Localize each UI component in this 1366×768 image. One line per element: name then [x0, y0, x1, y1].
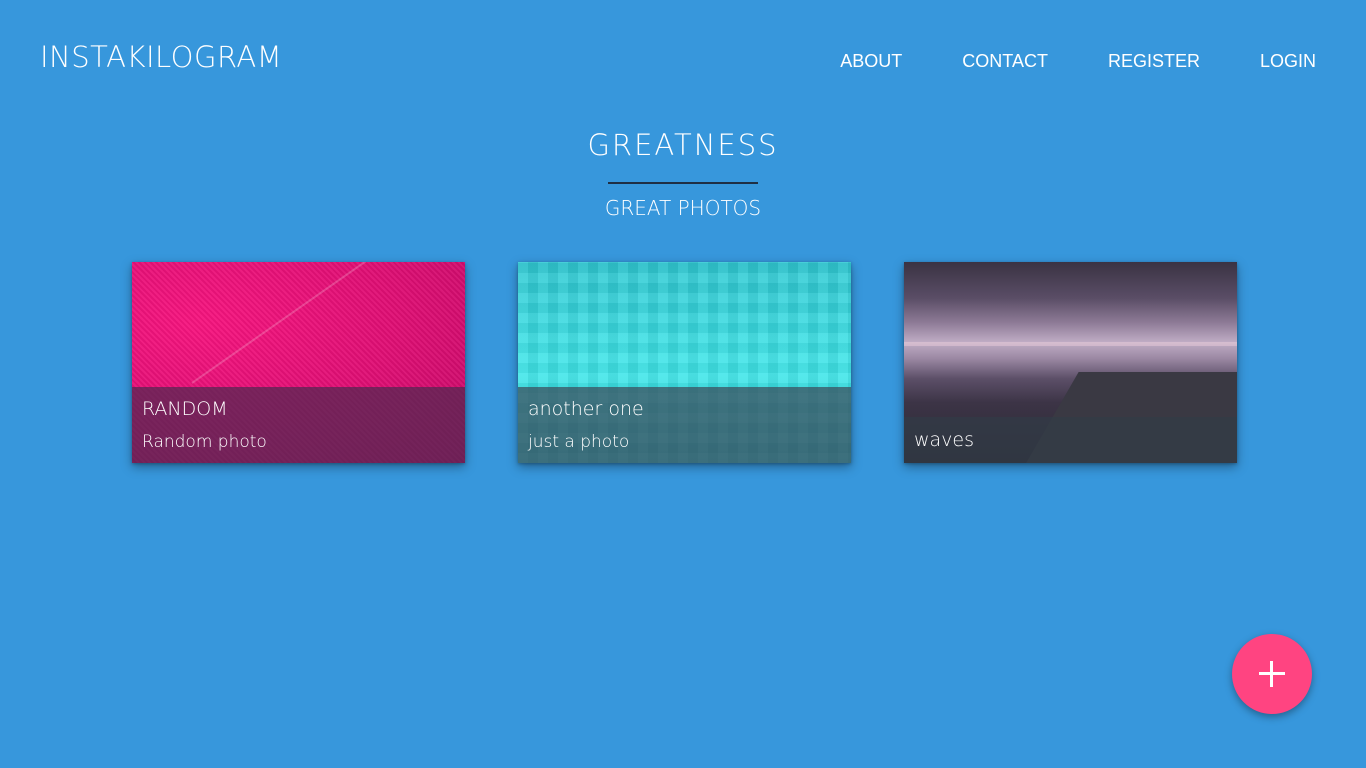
brand-logo[interactable]: INSTAKILOGRAM — [40, 40, 282, 74]
photo-card-another-one[interactable]: another one just a photo — [518, 262, 851, 463]
photo-gallery: RANDOM Random photo another one just a p… — [132, 262, 1237, 464]
add-photo-button[interactable] — [1232, 634, 1312, 714]
card-caption: another one just a photo — [518, 387, 851, 463]
title-divider — [608, 182, 758, 184]
plus-icon — [1270, 661, 1273, 687]
card-title: waves — [914, 429, 975, 451]
card-subtitle: Random photo — [142, 432, 267, 452]
nav-login-link[interactable]: LOGIN — [1260, 51, 1316, 72]
main-nav: ABOUT CONTACT REGISTER LOGIN — [840, 51, 1316, 72]
card-title: another one — [528, 398, 644, 420]
page-title: GREATNESS — [587, 128, 779, 162]
page-subtitle: GREAT PHOTOS — [604, 196, 762, 220]
photo-card-waves[interactable]: waves — [904, 262, 1237, 463]
nav-about-link[interactable]: ABOUT — [840, 51, 902, 72]
card-caption: RANDOM Random photo — [132, 387, 465, 463]
card-subtitle: just a photo — [528, 432, 630, 452]
card-caption: waves — [904, 417, 1237, 463]
nav-contact-link[interactable]: CONTACT — [962, 51, 1048, 72]
card-title: RANDOM — [142, 398, 228, 420]
photo-card-random[interactable]: RANDOM Random photo — [132, 262, 465, 463]
top-bar: INSTAKILOGRAM ABOUT CONTACT REGISTER LOG… — [0, 0, 1366, 120]
nav-register-link[interactable]: REGISTER — [1108, 51, 1200, 72]
hero-section: GREATNESS GREAT PHOTOS — [0, 128, 1366, 220]
